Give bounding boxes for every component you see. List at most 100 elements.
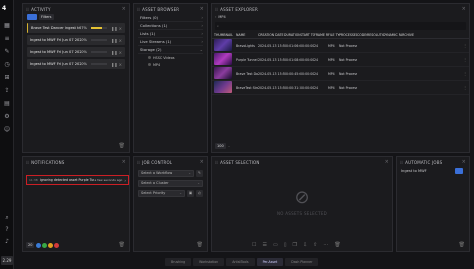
search-input[interactable]: ⌕ (215, 22, 466, 30)
column-header[interactable]: START TC (300, 33, 314, 37)
tab-brushing[interactable]: Brushing (165, 258, 192, 266)
automatic-job-item[interactable]: Ingest to MWF (401, 167, 465, 175)
list-icon[interactable]: ☰ (262, 242, 266, 248)
column-header[interactable]: DURATION (284, 33, 300, 37)
close-icon[interactable]: × (119, 50, 122, 55)
pause-icon[interactable]: ❚❚ (111, 26, 118, 31)
pencil-icon[interactable]: ✎ (3, 48, 11, 56)
close-icon[interactable]: × (122, 159, 126, 165)
user-icon[interactable]: ☺ (3, 126, 11, 134)
drag-handle-icon[interactable]: ⠿ (137, 7, 140, 12)
more-icon[interactable]: ⋮ (463, 85, 467, 90)
tab-artisttools[interactable]: ArtistTools (226, 258, 255, 266)
table-row[interactable]: Purple Tunnel2024-05-13 15:59:3000:01:08… (212, 53, 469, 67)
clock-icon[interactable]: ◷ (3, 61, 11, 69)
more-icon[interactable]: ⋯ (323, 242, 328, 248)
lock-icon[interactable]: ▣ (187, 189, 194, 197)
tree-node-collections[interactable]: Collections (1) › (138, 22, 203, 30)
drag-handle-icon[interactable]: ⠿ (137, 160, 140, 165)
tree-sub-hssc[interactable]: HSSC Videos (148, 54, 207, 61)
more-icon[interactable]: ⋮ (463, 71, 467, 76)
drag-handle-icon[interactable]: ⠿ (215, 160, 218, 165)
page-size-select[interactable]: 100 ⌄ (215, 143, 230, 149)
drag-handle-icon[interactable]: ⠿ (215, 7, 218, 12)
table-row[interactable]: BravoLights2024-05-13 15:59:3200:01:06:0… (212, 39, 469, 53)
activity-row[interactable]: Brave Test Dancer ingest to 67% ❚❚ × (27, 23, 125, 33)
activity-row[interactable]: Ingest to MWF Fri Jun 07 2024 11:30% ❚❚× (27, 35, 125, 45)
drag-handle-icon[interactable]: ⠿ (400, 160, 403, 165)
column-header[interactable]: CODEC (357, 33, 367, 37)
more-icon[interactable]: ⋮ (463, 43, 467, 48)
column-header[interactable]: FRAME RATE (314, 33, 328, 37)
filter-toggle[interactable] (27, 14, 37, 20)
column-header[interactable]: CREATION DATE (258, 33, 284, 37)
close-icon[interactable]: × (122, 6, 126, 12)
close-icon[interactable]: × (462, 6, 466, 12)
close-icon[interactable]: × (462, 159, 466, 165)
page-size-select[interactable]: 20 (26, 242, 35, 248)
chevron-right-icon[interactable]: › (124, 178, 126, 183)
upload-icon[interactable]: ⇪ (3, 87, 11, 95)
tree-node-lists[interactable]: Lists (1) › (138, 30, 203, 38)
menu-icon[interactable]: ≡ (3, 35, 11, 43)
tiles-icon[interactable]: ▤ (3, 100, 11, 108)
grid-icon[interactable]: ▦ (3, 22, 11, 30)
tab-per-asset[interactable]: Per-Asset (256, 258, 284, 266)
tree-node-storage[interactable]: Storage (2) ⌄ (138, 46, 203, 54)
bookmark-icon[interactable]: ▯ (284, 242, 287, 248)
column-header[interactable]: ARCHIVED (400, 33, 414, 37)
tab-dash-planner[interactable]: Dash Planner (285, 258, 319, 266)
column-header[interactable]: RESOLUTION (367, 33, 383, 37)
pause-icon[interactable]: ❚❚ (111, 38, 118, 43)
search-icon[interactable]: ⌕ (3, 214, 11, 222)
column-header[interactable]: FILE TYPE (328, 33, 339, 37)
close-icon[interactable]: × (119, 62, 122, 67)
close-icon[interactable]: × (119, 26, 122, 31)
back-icon[interactable]: ‹ (215, 15, 216, 19)
trash-icon[interactable]: 🗑 (197, 242, 203, 248)
tab-workstation[interactable]: Workstation (193, 258, 225, 266)
error-filter-dot[interactable] (54, 242, 60, 248)
cluster-select[interactable]: Select a Cluster ⌄ (138, 179, 203, 187)
column-header[interactable]: THUMBNAIL (214, 33, 236, 37)
close-icon[interactable]: × (385, 159, 389, 165)
filter-chip[interactable]: Filters (39, 14, 54, 20)
edit-icon[interactable]: ✎ (196, 169, 203, 177)
tree-sub-mp4[interactable]: MP4 (148, 61, 207, 68)
grid-small-icon[interactable]: ⊞ (3, 74, 11, 82)
trash-icon[interactable]: 🗑 (459, 242, 465, 248)
tree-node-filters[interactable]: Filters (0) › (138, 14, 203, 22)
table-row[interactable]: BraveTest Street_snd2024-05-13 15:59:270… (212, 81, 469, 95)
copy-icon[interactable]: ❐ (292, 242, 296, 248)
schedule-icon[interactable]: ◴ (196, 189, 203, 197)
download-icon[interactable]: ⇩ (303, 242, 307, 248)
gear-icon[interactable]: ⚙ (3, 113, 11, 121)
warning-filter-dot[interactable] (48, 242, 54, 248)
column-header[interactable]: NAME (236, 33, 258, 37)
breadcrumb-item[interactable]: MP4 (218, 15, 225, 19)
close-icon[interactable]: × (200, 6, 204, 12)
info-filter-dot[interactable] (36, 242, 42, 248)
bell-icon[interactable]: ♪ (3, 238, 11, 246)
notification-item[interactable]: 11:38 Ignoring detected asset Purple Tun… (26, 175, 129, 185)
priority-select[interactable]: Select Priority ⌄ (138, 189, 185, 197)
close-icon[interactable]: × (200, 159, 204, 165)
column-header[interactable]: DYNAMIC RANGE (383, 33, 400, 37)
job-toggle[interactable] (455, 168, 463, 174)
trash-icon[interactable]: 🗑 (119, 242, 125, 248)
drag-handle-icon[interactable]: ⠿ (26, 7, 29, 12)
close-icon[interactable]: × (119, 38, 122, 43)
table-row[interactable]: Brave Test Dancer2024-05-13 15:59:2900:0… (212, 67, 469, 81)
success-filter-dot[interactable] (42, 242, 48, 248)
workflow-select[interactable]: Select a Workflow ⌄ (138, 169, 194, 177)
select-all-icon[interactable]: ☐ (252, 242, 256, 248)
trash-icon[interactable]: 🗑 (119, 143, 125, 149)
pause-icon[interactable]: ❚❚ (111, 62, 118, 67)
drag-handle-icon[interactable]: ⠿ (26, 160, 29, 165)
column-header[interactable]: PROCESSED (339, 33, 357, 37)
more-icon[interactable]: ⋮ (463, 57, 467, 62)
folder-icon[interactable]: ▭ (273, 242, 278, 248)
activity-row[interactable]: Ingest to MWF Fri Jun 07 2024 11:30% ❚❚× (27, 47, 125, 57)
tree-node-live-streams[interactable]: Live Streams (1) › (138, 38, 203, 46)
trash-icon[interactable]: 🗑 (334, 242, 340, 248)
